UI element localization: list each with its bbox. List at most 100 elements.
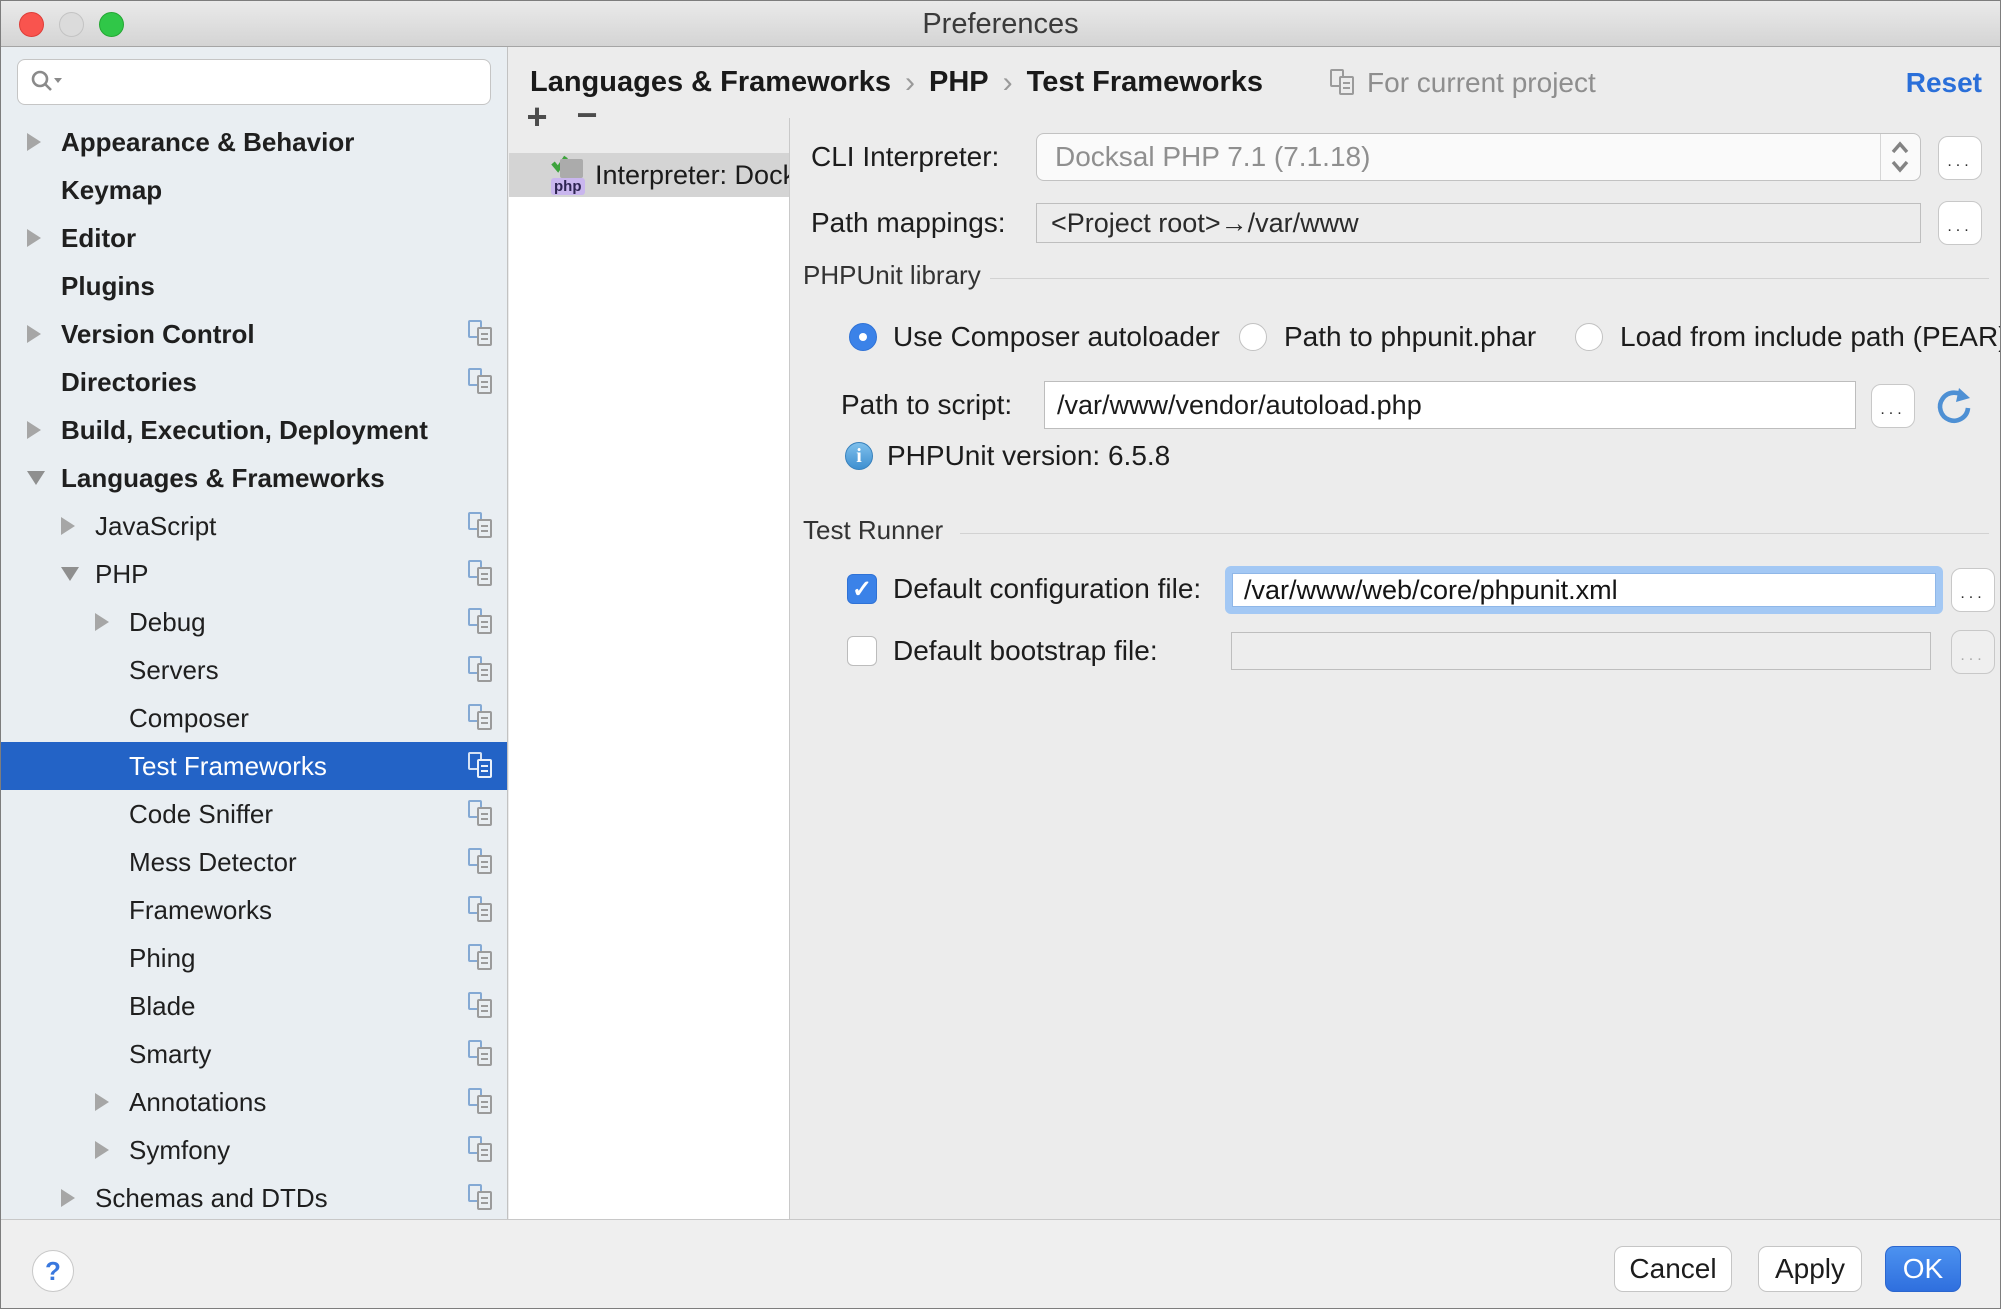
- ellipsis-icon: ...: [1960, 651, 1985, 661]
- path-mappings-field: <Project root>→/var/www: [1036, 203, 1921, 243]
- sidebar-item-label: Mess Detector: [129, 847, 297, 878]
- preferences-window: Preferences Appearance & BehaviorKeymap E…: [0, 0, 2001, 1309]
- chevron-down-icon[interactable]: [27, 471, 45, 485]
- info-icon: i: [845, 442, 873, 470]
- settings-tree: Appearance & BehaviorKeymap Editor Plugins…: [1, 118, 507, 1219]
- add-button[interactable]: +: [520, 101, 554, 135]
- default-bootstrap-file-checkbox[interactable]: [847, 636, 877, 666]
- chevron-right-icon[interactable]: [95, 1093, 109, 1111]
- project-scope-icon: [467, 944, 495, 972]
- cancel-button[interactable]: Cancel: [1614, 1246, 1732, 1292]
- sidebar-item-version-control[interactable]: Version Control: [1, 310, 507, 358]
- sidebar-item-editor[interactable]: Editor: [1, 214, 507, 262]
- sidebar-item-debug[interactable]: Debug: [1, 598, 507, 646]
- radio-label-pear[interactable]: Load from include path (PEAR): [1620, 323, 2001, 351]
- radio-label-phar[interactable]: Path to phpunit.phar: [1284, 323, 1536, 351]
- cli-interpreter-select[interactable]: Docksal PHP 7.1 (7.1.18): [1036, 133, 1921, 181]
- sidebar-item-label: Directories: [61, 367, 197, 398]
- ellipsis-icon: ...: [1947, 222, 1972, 232]
- sidebar-item-test-frameworks[interactable]: Test Frameworks: [1, 742, 507, 790]
- sidebar-item-label: Languages & Frameworks: [61, 463, 385, 494]
- test-frameworks-settings: CLI Interpreter: Docksal PHP 7.1 (7.1.18…: [790, 47, 2001, 1219]
- sidebar-item-smarty[interactable]: Smarty: [1, 1030, 507, 1078]
- sidebar-item-label: Editor: [61, 223, 136, 254]
- stepper-icon[interactable]: [1880, 134, 1920, 180]
- cli-interpreter-browse-button[interactable]: ...: [1938, 136, 1982, 180]
- phpunit-library-section-title: PHPUnit library: [803, 261, 981, 289]
- window-title: Preferences: [1, 1, 2000, 47]
- default-configuration-file-checkbox[interactable]: [847, 574, 877, 604]
- default-bootstrap-file-label[interactable]: Default bootstrap file:: [893, 637, 1158, 665]
- sidebar-item-servers[interactable]: Servers: [1, 646, 507, 694]
- search-input[interactable]: [17, 59, 491, 105]
- sidebar-item-languages-frameworks[interactable]: Languages & Frameworks: [1, 454, 507, 502]
- sidebar-item-label: Annotations: [129, 1087, 266, 1118]
- sidebar-item-label: Debug: [129, 607, 206, 638]
- chevron-right-icon[interactable]: [61, 517, 75, 535]
- sidebar-item-appearance-behavior[interactable]: Appearance & Behavior: [1, 118, 507, 166]
- sidebar-item-javascript[interactable]: JavaScript: [1, 502, 507, 550]
- default-bootstrap-browse-button: ...: [1951, 630, 1995, 674]
- sidebar-item-label: PHP: [95, 559, 148, 590]
- sidebar-item-label: Build, Execution, Deployment: [61, 415, 428, 446]
- path-to-script-label: Path to script:: [841, 391, 1012, 419]
- chevron-right-icon[interactable]: [61, 1189, 75, 1207]
- sidebar-item-blade[interactable]: Blade: [1, 982, 507, 1030]
- chevron-right-icon[interactable]: [95, 613, 109, 631]
- sidebar-item-plugins[interactable]: Plugins: [1, 262, 507, 310]
- section-divider: [960, 533, 1989, 534]
- apply-button[interactable]: Apply: [1758, 1246, 1862, 1292]
- radio-path-to-phpunit-phar[interactable]: [1239, 323, 1267, 351]
- sidebar-item-label: Frameworks: [129, 895, 272, 926]
- sidebar-item-schemas-and-dtds[interactable]: Schemas and DTDs: [1, 1174, 507, 1219]
- phpunit-version-note: PHPUnit version: 6.5.8: [887, 442, 1170, 470]
- ok-button[interactable]: OK: [1885, 1246, 1961, 1292]
- chevron-right-icon[interactable]: [27, 325, 41, 343]
- settings-sidebar: Appearance & BehaviorKeymap Editor Plugins…: [1, 47, 508, 1219]
- interpreters-list: php Interpreter: Docksal PHP 7.1 (7.1.18…: [509, 153, 789, 1219]
- sidebar-item-label: Plugins: [61, 271, 155, 302]
- path-mappings-label: Path mappings:: [811, 209, 1006, 237]
- default-configuration-file-input[interactable]: /var/www/web/core/phpunit.xml: [1225, 566, 1943, 614]
- default-configuration-file-label[interactable]: Default configuration file:: [893, 575, 1201, 603]
- remove-button[interactable]: −: [570, 99, 604, 133]
- radio-load-include-path[interactable]: [1575, 323, 1603, 351]
- sidebar-item-frameworks[interactable]: Frameworks: [1, 886, 507, 934]
- dialog-footer: ? Cancel Apply OK: [1, 1219, 2000, 1309]
- default-configuration-browse-button[interactable]: ...: [1951, 568, 1995, 612]
- project-scope-icon: [467, 1088, 495, 1116]
- chevron-down-icon[interactable]: [61, 567, 79, 581]
- chevron-right-icon[interactable]: [27, 421, 41, 439]
- interpreter-list-item[interactable]: php Interpreter: Docksal PHP 7.1 (7.1.18…: [509, 153, 789, 197]
- radio-use-composer-autoloader[interactable]: [849, 323, 877, 351]
- sidebar-item-label: Schemas and DTDs: [95, 1183, 328, 1214]
- chevron-right-icon[interactable]: [95, 1141, 109, 1159]
- radio-label-composer[interactable]: Use Composer autoloader: [893, 323, 1220, 351]
- path-mappings-browse-button[interactable]: ...: [1938, 201, 1982, 245]
- sidebar-item-keymap[interactable]: Keymap: [1, 166, 507, 214]
- path-to-script-browse-button[interactable]: ...: [1871, 384, 1915, 428]
- path-to-script-input[interactable]: /var/www/vendor/autoload.php: [1044, 381, 1856, 429]
- sidebar-item-label: Phing: [129, 943, 196, 974]
- help-button[interactable]: ?: [32, 1250, 74, 1292]
- sidebar-item-mess-detector[interactable]: Mess Detector: [1, 838, 507, 886]
- chevron-right-icon[interactable]: [27, 133, 41, 151]
- interpreter-label: Interpreter: Docksal PHP 7.1 (7.1.18): [595, 160, 789, 191]
- sidebar-item-php[interactable]: PHP: [1, 550, 507, 598]
- project-scope-icon: [467, 1184, 495, 1212]
- path-mappings-value: <Project root>→/var/www: [1051, 204, 1359, 242]
- chevron-right-icon[interactable]: [27, 229, 41, 247]
- test-runner-section-title: Test Runner: [803, 516, 943, 544]
- sidebar-item-code-sniffer[interactable]: Code Sniffer: [1, 790, 507, 838]
- reload-icon[interactable]: [1934, 386, 1974, 426]
- sidebar-item-directories[interactable]: Directories: [1, 358, 507, 406]
- sidebar-item-build-execution-deployment[interactable]: Build, Execution, Deployment: [1, 406, 507, 454]
- cli-interpreter-value: Docksal PHP 7.1 (7.1.18): [1055, 134, 1370, 180]
- sidebar-item-symfony[interactable]: Symfony: [1, 1126, 507, 1174]
- sidebar-item-label: Version Control: [61, 319, 255, 350]
- sidebar-item-composer[interactable]: Composer: [1, 694, 507, 742]
- sidebar-item-label: Composer: [129, 703, 249, 734]
- sidebar-item-label: Test Frameworks: [129, 751, 327, 782]
- sidebar-item-annotations[interactable]: Annotations: [1, 1078, 507, 1126]
- sidebar-item-phing[interactable]: Phing: [1, 934, 507, 982]
